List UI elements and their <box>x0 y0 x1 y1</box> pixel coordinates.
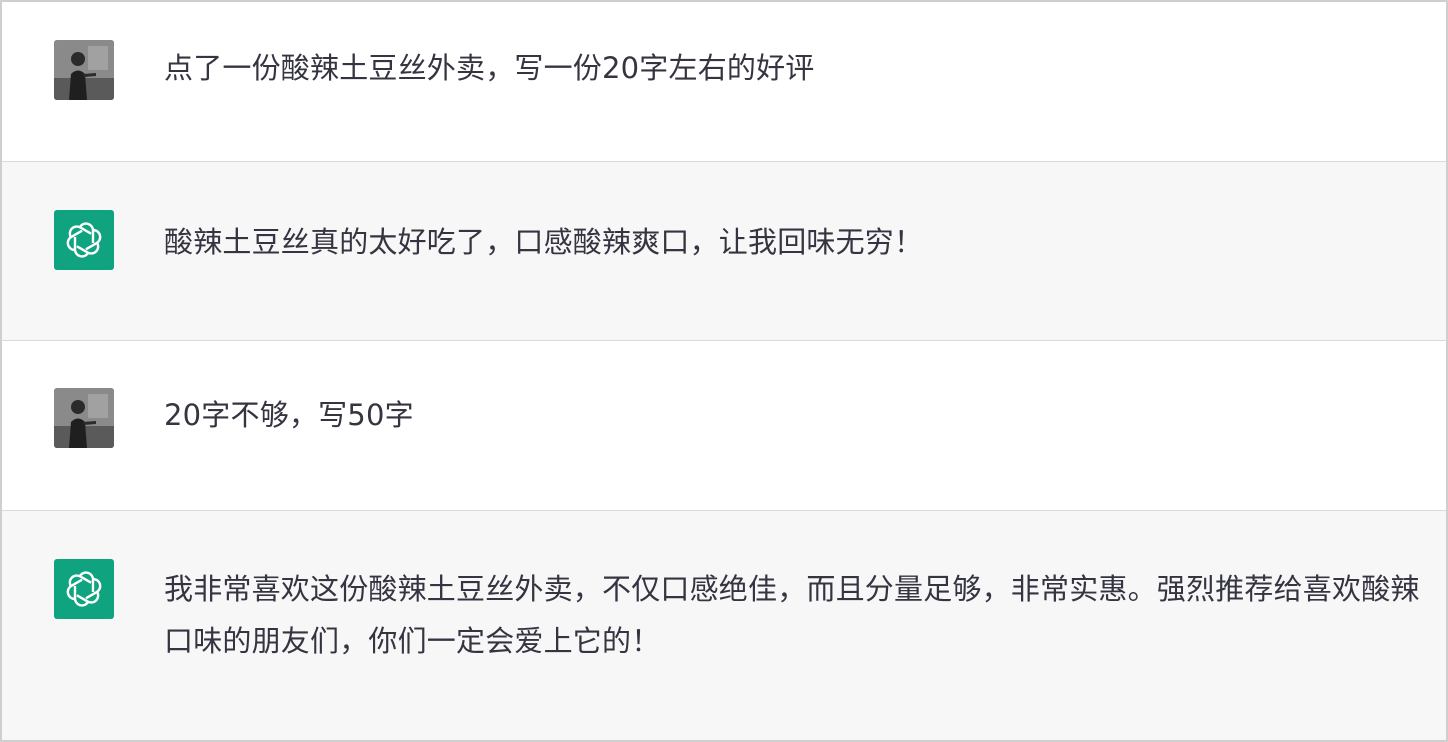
user-avatar <box>54 388 114 448</box>
chat-window: 点了一份酸辣土豆丝外卖，写一份20字左右的好评 酸辣土豆丝真的太好吃了，口感酸辣… <box>0 0 1448 742</box>
assistant-message: 酸辣土豆丝真的太好吃了，口感酸辣爽口，让我回味无穷！ <box>2 162 1446 340</box>
user-photo-avatar-icon <box>54 388 114 448</box>
assistant-avatar <box>54 210 114 270</box>
assistant-message: 我非常喜欢这份酸辣土豆丝外卖，不仅口感绝佳，而且分量足够，非常实惠。强烈推荐给喜… <box>2 511 1446 740</box>
message-text: 我非常喜欢这份酸辣土豆丝外卖，不仅口感绝佳，而且分量足够，非常实惠。强烈推荐给喜… <box>164 572 1420 658</box>
message-text: 20字不够，写50字 <box>164 398 414 432</box>
user-photo-avatar-icon <box>54 40 114 100</box>
openai-logo-icon <box>66 571 102 607</box>
assistant-avatar <box>54 559 114 619</box>
message-text: 点了一份酸辣土豆丝外卖，写一份20字左右的好评 <box>164 51 815 85</box>
user-message: 点了一份酸辣土豆丝外卖，写一份20字左右的好评 <box>2 2 1446 161</box>
openai-logo-icon <box>66 222 102 258</box>
user-message: 20字不够，写50字 <box>2 341 1446 510</box>
message-text: 酸辣土豆丝真的太好吃了，口感酸辣爽口，让我回味无穷！ <box>164 225 924 259</box>
user-avatar <box>54 40 114 100</box>
